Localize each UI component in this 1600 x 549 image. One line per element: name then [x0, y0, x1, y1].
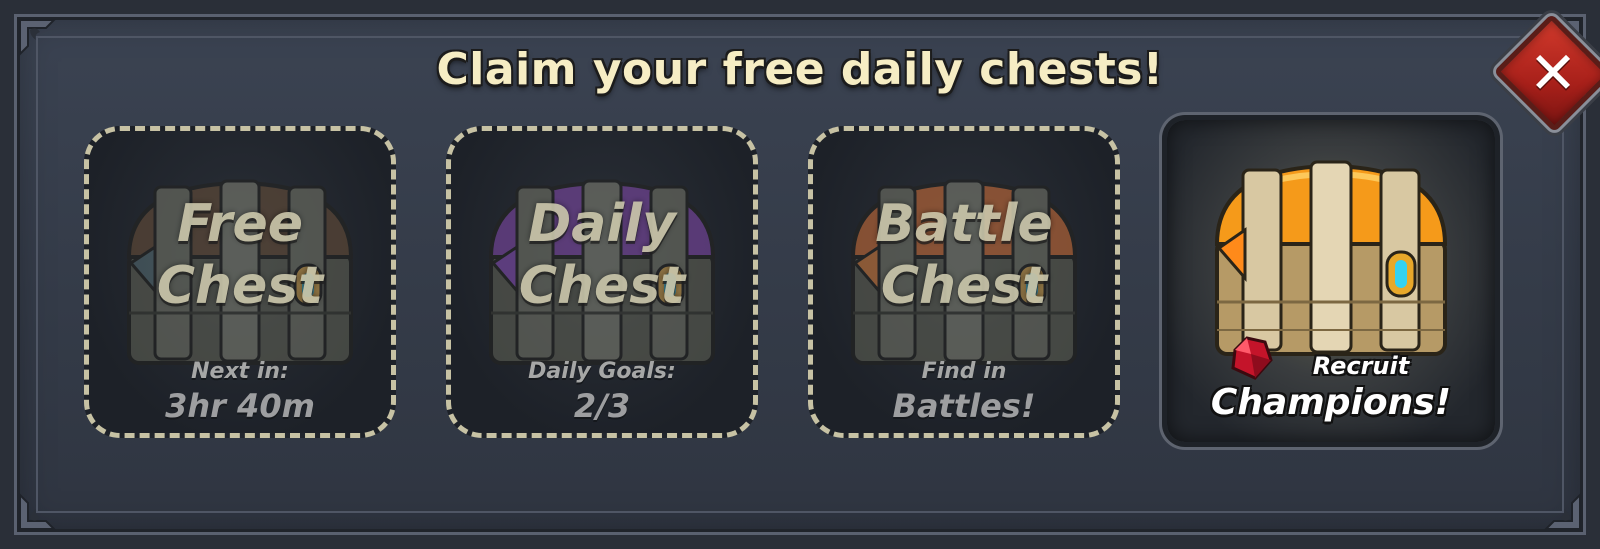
- chest-title-line1: Daily: [528, 194, 676, 254]
- close-x-icon: ✕: [1528, 39, 1578, 107]
- chest-title: Daily Chest: [451, 193, 753, 317]
- golden-chest-icon: [1195, 136, 1467, 364]
- chest-title-line2: Chest: [880, 256, 1048, 316]
- chest-status-label: Daily Goals:: [528, 359, 676, 384]
- corner-ornament-icon: [16, 487, 62, 533]
- chest-status-value: 3hr 40m: [165, 387, 315, 425]
- chest-status-label: Next in:: [191, 359, 289, 384]
- battle-chest-slot[interactable]: Battle Chest Find in Battles!: [808, 126, 1120, 438]
- daily-chest-slot[interactable]: Daily Chest Daily Goals: 2/3: [446, 126, 758, 438]
- chest-status-label: Find in: [921, 359, 1007, 384]
- close-button[interactable]: ✕: [1493, 13, 1600, 133]
- recruit-champions-label: Champions!: [1210, 382, 1452, 423]
- recruit-label: Recruit: [1312, 352, 1410, 380]
- chest-title: Free Chest: [89, 193, 391, 317]
- chest-title-line1: Battle: [875, 194, 1053, 254]
- recruit-champions-slot[interactable]: Recruit Champions!: [1167, 120, 1495, 442]
- chest-title: Battle Chest: [813, 193, 1115, 317]
- chest-title-line1: Free: [177, 194, 303, 254]
- corner-ornament-icon: [1538, 487, 1584, 533]
- free-chest-slot[interactable]: Free Chest Next in: 3hr 40m: [84, 126, 396, 438]
- chest-status-value: Battles!: [892, 387, 1036, 425]
- chest-title-line2: Chest: [518, 256, 686, 316]
- chest-status-value: 2/3: [573, 387, 631, 425]
- daily-chests-dialog: Claim your free daily chests! ✕ Free Che…: [0, 0, 1600, 549]
- chest-title-line2: Chest: [156, 256, 324, 316]
- dialog-title: Claim your free daily chests!: [436, 44, 1164, 95]
